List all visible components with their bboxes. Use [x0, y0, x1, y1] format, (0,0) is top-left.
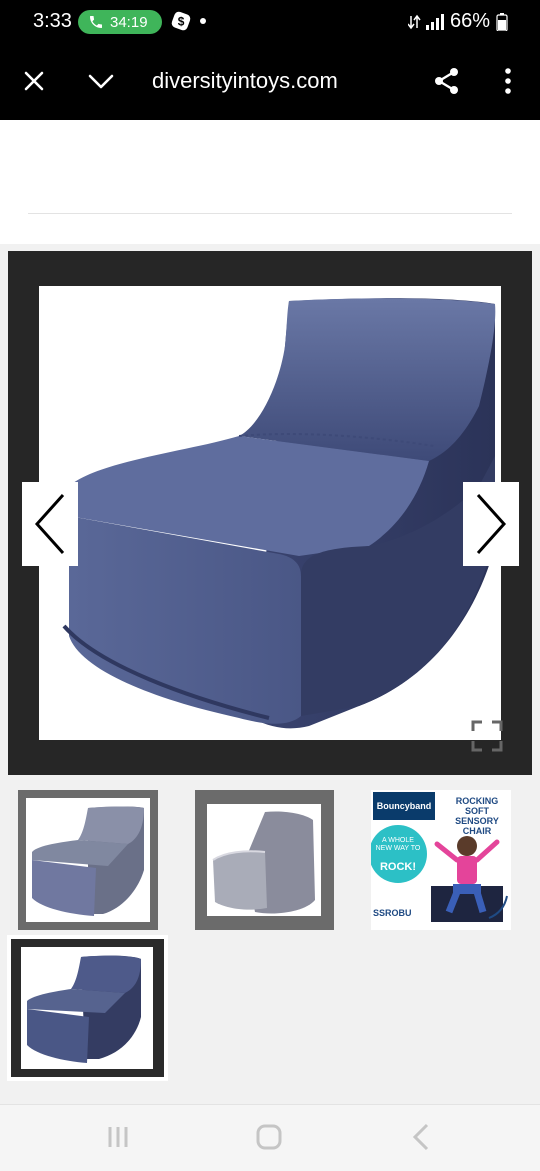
status-time: 3:33 — [33, 10, 72, 32]
rocking-chair-image — [62, 298, 496, 729]
signal-icon — [408, 14, 444, 30]
minimize-tab-button[interactable] — [81, 61, 121, 101]
svg-text:$: $ — [178, 15, 185, 29]
ad-tagline-emphasis: ROCK! — [379, 861, 417, 873]
thumbnail-3[interactable]: Bouncyband ROCKING SOFT SENSORY CHAIR A … — [371, 790, 511, 930]
thumbnail-chair-back-image — [207, 804, 321, 916]
main-product-image[interactable] — [39, 286, 501, 740]
more-vertical-icon — [505, 68, 511, 94]
expand-icon — [471, 720, 503, 752]
selected-thumbnail-frame — [11, 939, 164, 1077]
battery-icon — [496, 13, 508, 31]
call-duration: 34:19 — [110, 14, 148, 31]
share-icon — [435, 68, 458, 94]
status-bar: 3:33 34:19 $ 66% — [0, 0, 540, 42]
chevron-right-icon — [476, 493, 507, 555]
thumbnail-chair-image — [26, 798, 150, 922]
divider — [28, 213, 512, 214]
ongoing-call-pill[interactable]: 34:19 — [78, 10, 162, 34]
thumbnail-4-selected[interactable] — [7, 935, 168, 1081]
next-image-button[interactable] — [463, 482, 519, 566]
ad-sku: SSROBU — [373, 908, 412, 918]
fullscreen-button[interactable] — [471, 720, 503, 752]
recent-apps-icon[interactable] — [102, 1121, 134, 1153]
product-image-viewer[interactable] — [8, 251, 532, 775]
chevron-left-icon — [34, 493, 65, 555]
cashapp-icon: $ — [171, 11, 191, 31]
back-icon[interactable] — [405, 1121, 437, 1153]
thumbnail-1[interactable] — [18, 790, 158, 930]
more-options-button[interactable] — [488, 61, 528, 101]
phone-icon — [90, 16, 102, 28]
ad-product-thumbnail: Bouncyband ROCKING SOFT SENSORY CHAIR A … — [371, 790, 511, 930]
brand-logo: Bouncyband — [373, 792, 435, 820]
chevron-down-icon — [88, 74, 114, 89]
close-icon — [24, 71, 44, 91]
thumbnail-2[interactable] — [195, 790, 334, 930]
url-text[interactable]: diversityintoys.com — [152, 68, 338, 94]
close-tab-button[interactable] — [14, 61, 54, 101]
page-header-area — [0, 120, 540, 244]
share-button[interactable] — [427, 61, 467, 101]
system-navigation-bar — [0, 1104, 540, 1171]
notification-dot — [200, 18, 206, 24]
browser-toolbar: diversityintoys.com — [0, 42, 540, 120]
thumbnail-chair-dark-image — [21, 947, 153, 1069]
home-icon[interactable] — [253, 1121, 285, 1153]
ad-tagline: A WHOLE NEW WAY TO — [375, 837, 421, 852]
battery-percent: 66% — [450, 10, 491, 32]
ad-tagline-badge: A WHOLE NEW WAY TO ROCK! — [371, 825, 427, 883]
child-in-chair-image — [431, 836, 508, 922]
previous-image-button[interactable] — [22, 482, 78, 566]
